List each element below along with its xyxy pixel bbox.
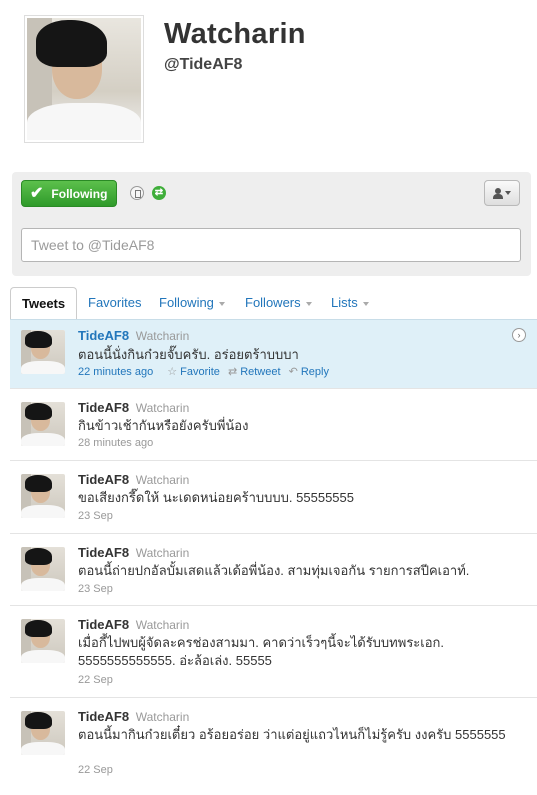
tweet-timestamp[interactable]: 28 minutes ago [78,437,153,449]
tweet-item[interactable]: TideAF8 Watcharin ขอเสียงกรี๊ดให้ นะเดดห… [10,461,537,534]
tweet-fullname: Watcharin [135,618,190,632]
tweet-text: ตอนนี้ถ่ายปกอัลบั้มเสดแล้วเด้อพี่น้อง. ส… [78,563,470,578]
favorite-action[interactable]: ☆ Favorite [167,366,220,378]
profile-action-panel: ✔ Following ⇄ [12,172,531,276]
tweet-fullname: Watcharin [135,546,190,560]
tweet-meta: 22 minutes ago ☆ Favorite ⇄ Retweet ↶ Reply [78,365,329,378]
tweet-text: ตอนนี้มากินก๋วยเตี๋ยว อร้อยอร่อย ว่าแต่อ… [78,727,506,742]
tweet-item[interactable]: TideAF8 Watcharin ตอนนี้มากินก๋วยเตี๋ยว … [10,698,537,790]
mobile-notifications-icon[interactable] [130,186,144,200]
tweet-text: กินข้าวเช้ากันหรือยังครับพี่น้อง [78,418,249,433]
profile-photo [27,18,141,140]
tweet-text: ตอนนี้นั่งกินก๋วยจั๊บครับ. อร่อยตร้าบบบา [78,347,299,362]
tweet-header: TideAF8 Watcharin [78,400,189,415]
reply-action[interactable]: ↶ Reply [289,366,329,378]
star-icon: ☆ [167,366,178,378]
tweet-item[interactable]: TideAF8 Watcharin กินข้าวเช้ากันหรือยังค… [10,389,537,461]
chevron-down-icon [218,301,225,306]
tweet-timestamp[interactable]: 22 minutes ago [78,366,153,378]
tweet-header: TideAF8 Watcharin [78,709,189,724]
tweet-username[interactable]: TideAF8 [78,617,129,632]
tweet-timestamp[interactable]: 22 Sep [78,764,113,776]
tweet-fullname: Watcharin [135,329,190,343]
profile-avatar[interactable] [24,15,144,143]
reply-label: Reply [300,366,329,378]
tweet-header: TideAF8 Watcharin [78,328,189,343]
favorite-label: Favorite [180,366,220,378]
tweet-header: TideAF8 Watcharin [78,545,189,560]
tweet-username[interactable]: TideAF8 [78,472,129,487]
person-icon [493,187,503,199]
tweet-timeline: TideAF8 Watcharin ตอนนี้นั่งกินก๋วยจั๊บค… [10,319,537,790]
tab-favorites-label: Favorites [88,295,142,310]
tweet-fullname: Watcharin [135,473,190,487]
tab-favorites[interactable]: Favorites [88,287,141,319]
tab-tweets-label: Tweets [22,296,66,311]
user-actions-menu-button[interactable] [484,180,520,206]
tweet-to-input[interactable] [21,228,521,262]
tweet-fullname: Watcharin [135,401,190,415]
profile-tabs: Tweets Favorites Following Followers Lis… [10,287,537,320]
tweet-username[interactable]: TideAF8 [78,400,129,415]
tab-lists-label: Lists [331,295,358,310]
profile-name: Watcharin [164,18,306,50]
profile-handle: @TideAF8 [164,56,243,73]
tweet-username[interactable]: TideAF8 [78,545,129,560]
tab-following[interactable]: Following [159,287,225,319]
retweet-action[interactable]: ⇄ Retweet [228,366,281,378]
tweet-timestamp[interactable]: 22 Sep [78,674,113,686]
retweet-icon: ⇄ [227,366,238,378]
tweet-text: เมื่อกี้ไปพบผู้จัดละครช่องสามมา. คาดว่าเ… [78,635,445,668]
expand-arrow-icon[interactable]: › [512,328,526,342]
tab-followers[interactable]: Followers [245,287,312,319]
chevron-down-icon [362,301,369,306]
tweet-fullname: Watcharin [135,710,190,724]
tweet-avatar[interactable] [21,330,65,374]
tweet-avatar[interactable] [21,619,65,663]
tweet-header: TideAF8 Watcharin [78,472,189,487]
following-button-label: Following [51,186,108,201]
tweet-avatar[interactable] [21,547,65,591]
checkmark-icon: ✔ [30,184,44,202]
tab-followers-label: Followers [245,295,301,310]
tab-tweets[interactable]: Tweets [10,287,78,320]
tweet-header: TideAF8 Watcharin [78,617,189,632]
tweet-avatar[interactable] [21,711,65,755]
tweet-item[interactable]: TideAF8 Watcharin ตอนนี้ถ่ายปกอัลบั้มเสด… [10,534,537,606]
tweet-avatar[interactable] [21,474,65,518]
tweet-timestamp[interactable]: 23 Sep [78,583,113,595]
tweet-text: ขอเสียงกรี๊ดให้ นะเดดหน่อยคร้าบบบบ. 5555… [78,490,354,505]
tab-following-label: Following [159,295,214,310]
tweet-item[interactable]: TideAF8 Watcharin ตอนนี้นั่งกินก๋วยจั๊บค… [10,319,537,389]
retweet-label: Retweet [240,366,281,378]
chevron-down-icon [505,191,511,195]
tweet-username[interactable]: TideAF8 [78,328,129,343]
following-button[interactable]: ✔ Following [21,180,117,207]
chevron-down-icon [305,301,312,306]
tweet-username[interactable]: TideAF8 [78,709,129,724]
tab-lists[interactable]: Lists [331,287,369,319]
tweet-avatar[interactable] [21,402,65,446]
tweet-item[interactable]: TideAF8 Watcharin เมื่อกี้ไปพบผู้จัดละคร… [10,606,537,698]
tweet-timestamp[interactable]: 23 Sep [78,510,113,522]
reply-icon: ↶ [288,366,298,378]
retweets-on-icon[interactable]: ⇄ [152,186,166,200]
